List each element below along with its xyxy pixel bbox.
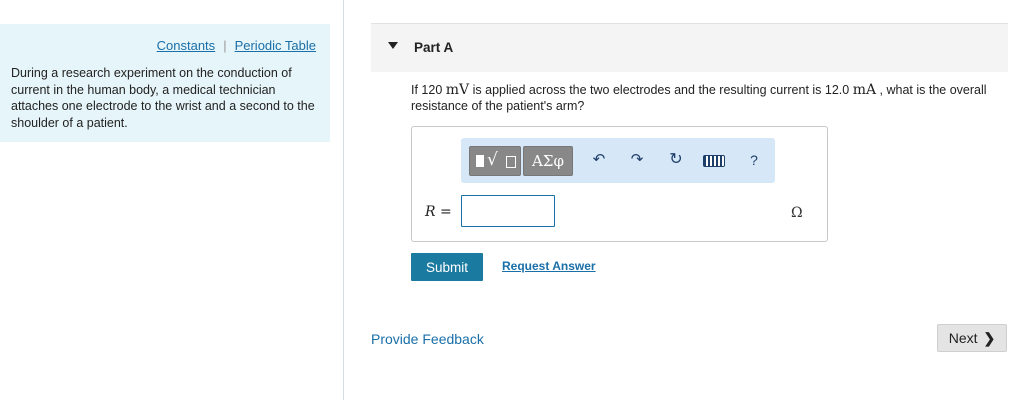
greek-symbols-button[interactable]: ΑΣφ — [523, 146, 573, 176]
next-label: Next — [948, 329, 978, 346]
redo-icon[interactable]: ↷ — [625, 148, 649, 172]
answer-box: √ ΑΣφ ↶ ↷ ↻ ? R = Ω — [411, 126, 828, 242]
question-text: If 120 mV is applied across the two elec… — [411, 82, 1001, 114]
constants-link[interactable]: Constants — [157, 38, 216, 53]
panel-divider — [343, 0, 344, 400]
template-box-icon — [506, 156, 516, 168]
math-toolbar: √ ΑΣφ ↶ ↷ ↻ ? — [461, 138, 775, 183]
periodic-table-link[interactable]: Periodic Table — [235, 38, 316, 53]
radical-icon: √ — [487, 150, 498, 170]
keyboard-shape — [703, 155, 725, 167]
keyboard-icon[interactable] — [702, 148, 726, 172]
question-mid: is applied across the two electrodes and… — [469, 83, 853, 97]
chevron-right-icon: ❯ — [983, 329, 996, 346]
undo-icon[interactable]: ↶ — [587, 148, 611, 172]
help-icon[interactable]: ? — [742, 148, 766, 172]
link-separator: | — [223, 38, 227, 53]
submit-button[interactable]: Submit — [411, 253, 483, 281]
part-title: Part A — [414, 40, 454, 55]
answer-unit: Ω — [791, 205, 803, 221]
provide-feedback-link[interactable]: Provide Feedback — [371, 331, 484, 347]
templates-button[interactable]: √ — [469, 146, 521, 176]
next-button[interactable]: Next ❯ — [937, 324, 1007, 352]
request-answer-link[interactable]: Request Answer — [502, 259, 596, 273]
caret-down-icon[interactable] — [388, 42, 398, 49]
reference-links: Constants | Periodic Table — [157, 38, 316, 53]
answer-variable: R — [425, 204, 436, 220]
question-unit-mv: mV — [445, 82, 470, 98]
template-square-icon — [476, 155, 484, 167]
reset-icon[interactable]: ↻ — [664, 148, 688, 172]
answer-label: R = — [425, 204, 452, 220]
question-pre: If 120 — [411, 83, 446, 97]
answer-equals: = — [435, 204, 452, 220]
problem-text: During a research experiment on the cond… — [11, 66, 315, 130]
problem-panel: Constants | Periodic Table During a resear… — [0, 24, 330, 142]
answer-input[interactable] — [461, 195, 555, 227]
part-header[interactable]: Part A — [371, 24, 1008, 72]
question-unit-ma: mA — [852, 82, 877, 98]
